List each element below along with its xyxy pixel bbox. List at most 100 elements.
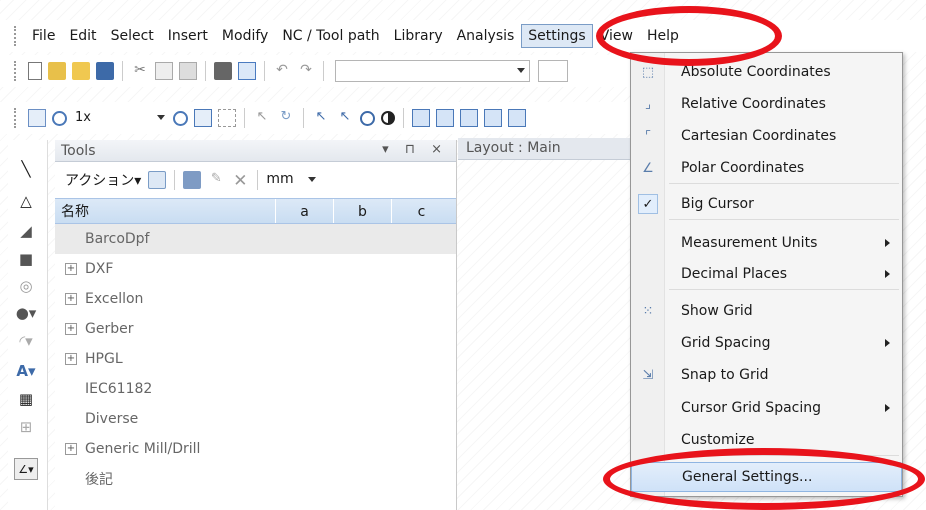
menu-insert[interactable]: Insert bbox=[161, 25, 215, 47]
menu-item-grid-spacing[interactable]: Grid Spacing bbox=[631, 328, 902, 358]
tree-row[interactable]: BarcoDpf bbox=[55, 224, 456, 254]
new-icon[interactable] bbox=[28, 62, 42, 80]
barcode-tool-icon[interactable]: ▦ bbox=[14, 388, 38, 410]
circle-tool-icon[interactable]: ●▾ bbox=[14, 302, 38, 324]
menu-item-relative-coordinates[interactable]: ⌟ Relative Coordinates bbox=[631, 89, 902, 119]
print-preview-icon[interactable] bbox=[238, 62, 256, 80]
menubar-grip[interactable] bbox=[14, 26, 17, 46]
expand-icon[interactable]: + bbox=[65, 263, 77, 275]
menu-item-customize[interactable]: Customize bbox=[631, 425, 902, 455]
edit-tool-icon[interactable]: ✎ bbox=[207, 171, 225, 189]
menu-item-big-cursor[interactable]: ✓ Big Cursor bbox=[631, 189, 902, 219]
expand-icon[interactable]: + bbox=[65, 293, 77, 305]
toolbar-combo[interactable] bbox=[335, 60, 530, 82]
pattern-tool-icon[interactable]: ⊞ bbox=[14, 416, 38, 438]
menu-item-measurement-units[interactable]: Measurement Units bbox=[631, 228, 902, 258]
menu-help[interactable]: Help bbox=[640, 25, 686, 47]
expand-icon[interactable]: + bbox=[65, 353, 77, 365]
rotate-icon[interactable]: ↻ bbox=[277, 109, 295, 127]
chevron-down-icon bbox=[157, 115, 165, 120]
snap-mode-1-icon[interactable] bbox=[412, 109, 430, 127]
expand-icon[interactable]: + bbox=[65, 443, 77, 455]
toolbar-grip[interactable] bbox=[14, 108, 17, 128]
contrast-icon[interactable] bbox=[381, 111, 395, 125]
menu-item-general-settings[interactable]: General Settings... bbox=[631, 462, 902, 492]
pan-icon[interactable]: ↖ bbox=[253, 109, 271, 127]
menu-edit[interactable]: Edit bbox=[62, 25, 103, 47]
save-icon[interactable] bbox=[96, 62, 114, 80]
layout-tab[interactable]: Layout : Main bbox=[458, 138, 630, 160]
select-node-icon[interactable]: ↖ bbox=[336, 109, 354, 127]
print-icon[interactable] bbox=[214, 62, 232, 80]
menu-analysis[interactable]: Analysis bbox=[450, 25, 522, 47]
dimension-tool-icon[interactable]: ∠▾ bbox=[14, 458, 38, 480]
menu-library[interactable]: Library bbox=[387, 25, 450, 47]
tree-row[interactable]: 後記 bbox=[55, 464, 456, 494]
settings-gear-icon[interactable] bbox=[148, 171, 167, 189]
open-icon[interactable] bbox=[48, 62, 66, 80]
menu-file[interactable]: File bbox=[25, 25, 62, 47]
polygon-tool-icon[interactable]: ◢ bbox=[14, 220, 38, 242]
toolbar-combo-secondary[interactable] bbox=[538, 60, 568, 82]
donut-tool-icon[interactable]: ◎ bbox=[14, 275, 38, 297]
toolbar-separator bbox=[205, 61, 206, 81]
menu-settings[interactable]: Settings bbox=[521, 24, 593, 48]
menu-item-polar-coordinates[interactable]: ∠ Polar Coordinates bbox=[631, 153, 902, 183]
paste-icon[interactable] bbox=[179, 62, 197, 80]
menu-view[interactable]: View bbox=[593, 25, 640, 47]
column-header-name[interactable]: 名称 bbox=[55, 199, 275, 223]
snap-mode-4-icon[interactable] bbox=[484, 109, 502, 127]
add-tool-icon[interactable] bbox=[183, 171, 202, 189]
menu-select[interactable]: Select bbox=[104, 25, 161, 47]
menu-nc-tool-path[interactable]: NC / Tool path bbox=[275, 25, 386, 47]
tree-row[interactable]: Diverse bbox=[55, 404, 456, 434]
menu-item-decimal-places[interactable]: Decimal Places bbox=[631, 259, 902, 289]
view-toolbar: 1x ↖ ↻ ↖ ↖ bbox=[0, 102, 640, 134]
zoom-window-icon[interactable] bbox=[28, 109, 46, 127]
snap-mode-2-icon[interactable] bbox=[436, 109, 454, 127]
column-header-a[interactable]: a bbox=[275, 199, 333, 223]
open-folder-icon[interactable] bbox=[72, 62, 90, 80]
select-pointer-icon[interactable]: ↖ bbox=[312, 109, 330, 127]
zoom-level-combo[interactable]: 1x bbox=[70, 107, 170, 129]
snap-mode-5-icon[interactable] bbox=[508, 109, 526, 127]
copy-icon[interactable] bbox=[155, 62, 173, 80]
menu-item-cursor-grid-spacing[interactable]: Cursor Grid Spacing bbox=[631, 393, 902, 423]
polyline-tool-icon[interactable]: △ bbox=[14, 190, 38, 212]
action-dropdown[interactable]: アクション▾ bbox=[61, 170, 145, 190]
panel-window-controls[interactable]: ▾ ⊓ × bbox=[382, 142, 448, 157]
menu-item-absolute-coordinates[interactable]: ⬚ Absolute Coordinates bbox=[631, 57, 902, 87]
snap-mode-3-icon[interactable] bbox=[460, 109, 478, 127]
undo-icon[interactable]: ↶ bbox=[273, 62, 291, 80]
toolbar-grip[interactable] bbox=[14, 61, 17, 81]
menu-item-cartesian-coordinates[interactable]: ⌜ Cartesian Coordinates bbox=[631, 121, 902, 151]
unit-selector[interactable]: mm bbox=[263, 169, 322, 191]
zoom-in-icon[interactable] bbox=[173, 110, 188, 126]
tree-row[interactable]: + DXF bbox=[55, 254, 456, 284]
select-zoom-icon[interactable] bbox=[360, 110, 375, 126]
arc-tool-icon[interactable]: ◜▾ bbox=[14, 330, 38, 352]
menu-item-show-grid[interactable]: ⁙ Show Grid bbox=[631, 296, 902, 326]
menu-item-snap-to-grid[interactable]: ⇲ Snap to Grid bbox=[631, 360, 902, 390]
tree-row[interactable]: + Generic Mill/Drill bbox=[55, 434, 456, 464]
zoom-fit-icon[interactable] bbox=[218, 109, 236, 127]
expand-icon[interactable]: + bbox=[65, 323, 77, 335]
text-tool-icon[interactable]: A▾ bbox=[14, 360, 38, 382]
delete-icon[interactable]: ✕ bbox=[231, 171, 249, 191]
menu-item-label: Show Grid bbox=[681, 303, 753, 319]
column-header-c[interactable]: c bbox=[391, 199, 451, 223]
line-tool-icon[interactable]: ╲ bbox=[14, 158, 38, 180]
app-window: File Edit Select Insert Modify NC / Tool… bbox=[0, 0, 926, 510]
menu-item-label: Decimal Places bbox=[681, 266, 788, 282]
cut-icon[interactable]: ✂ bbox=[131, 62, 149, 80]
menu-modify[interactable]: Modify bbox=[215, 25, 275, 47]
tree-row[interactable]: + Excellon bbox=[55, 284, 456, 314]
zoom-icon[interactable] bbox=[52, 110, 67, 126]
tree-row[interactable]: IEC61182 bbox=[55, 374, 456, 404]
zoom-extents-icon[interactable] bbox=[194, 109, 212, 127]
tree-row[interactable]: + HPGL bbox=[55, 344, 456, 374]
tree-row[interactable]: + Gerber bbox=[55, 314, 456, 344]
column-header-b[interactable]: b bbox=[333, 199, 391, 223]
redo-icon[interactable]: ↷ bbox=[297, 62, 315, 80]
rectangle-tool-icon[interactable]: ■ bbox=[14, 248, 38, 270]
